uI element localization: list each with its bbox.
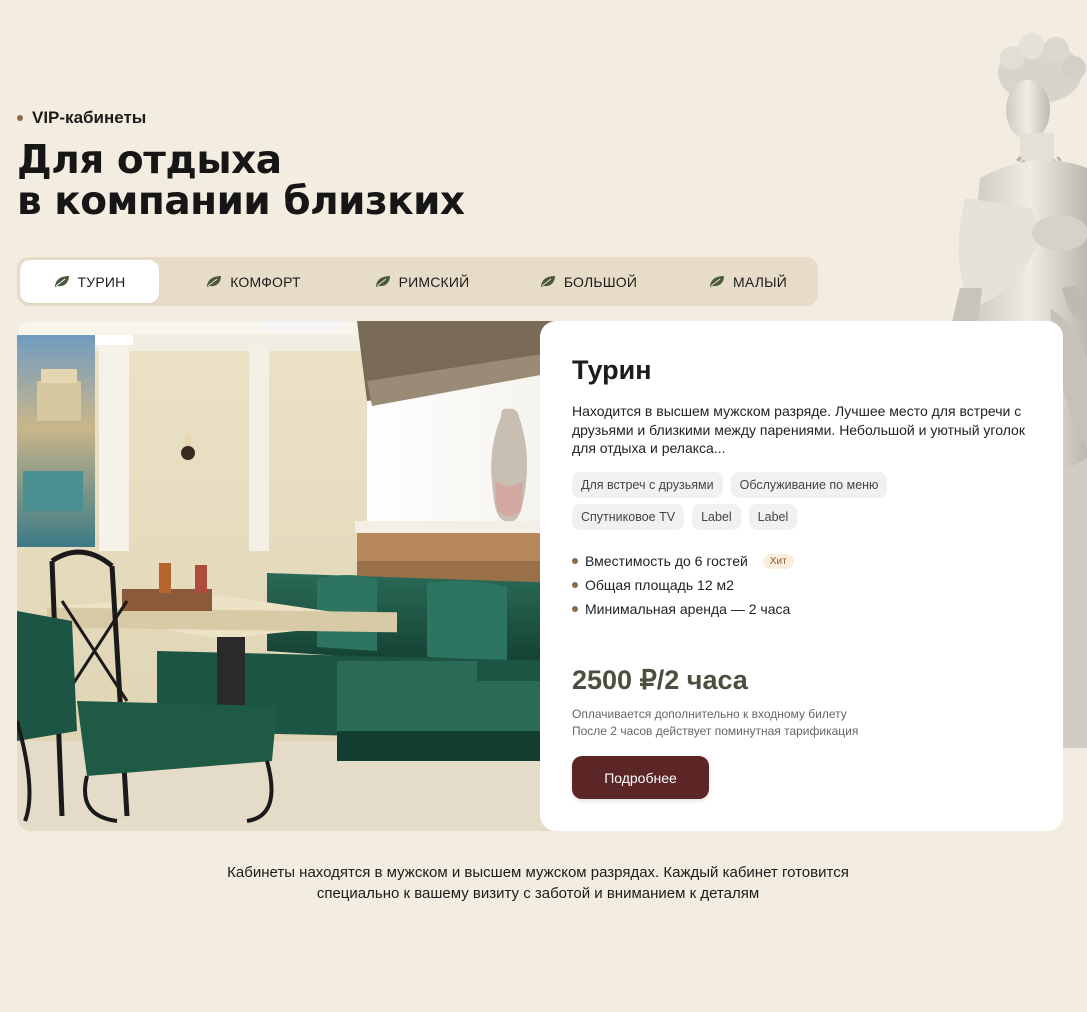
- footer-note-line2: специально к вашему визиту с заботой и в…: [316, 885, 760, 902]
- tag-chip: Label: [748, 504, 798, 530]
- feature-item: Вместимость до 6 гостей Хит: [572, 549, 794, 573]
- section-title-line2: в компании близких: [17, 179, 465, 224]
- tab-bolshoy[interactable]: БОЛЬШОЙ: [496, 260, 681, 303]
- eyebrow-dot: [17, 115, 23, 121]
- bullet-dot: [572, 582, 578, 588]
- section-title: Для отдыха в компании близких: [17, 140, 465, 222]
- room-description: Находится в высшем мужском разряде. Лучш…: [572, 403, 1025, 456]
- tab-rimsky[interactable]: РИМСКИЙ: [348, 260, 496, 303]
- tab-maly[interactable]: МАЛЫЙ: [681, 260, 815, 303]
- more-details-button[interactable]: Подробнее: [572, 756, 709, 799]
- hit-badge: Хит: [762, 553, 794, 569]
- section-title-line1: Для отдыха: [17, 138, 282, 183]
- tag-chip: Спутниковое TV: [572, 504, 685, 530]
- tab-label: РИМСКИЙ: [398, 273, 470, 290]
- room-features: Вместимость до 6 гостей Хит Общая площад…: [572, 549, 794, 621]
- leaf-icon: [207, 276, 222, 287]
- tab-komfort[interactable]: КОМФОРТ: [159, 260, 348, 303]
- feature-text: Вместимость до 6 гостей: [585, 553, 748, 569]
- tab-label: КОМФОРТ: [230, 273, 301, 290]
- tab-label: БОЛЬШОЙ: [563, 273, 638, 290]
- feature-text: Минимальная аренда — 2 часа: [585, 601, 791, 617]
- leaf-icon: [710, 276, 725, 287]
- room-photo: [17, 321, 562, 831]
- tag-chip: Label: [692, 504, 741, 530]
- price-note-line2: После 2 часов действует поминутная тариф…: [572, 723, 859, 738]
- tag-chip: Обслуживание по меню: [730, 472, 888, 498]
- footer-note: Кабинеты находятся в мужском и высшем му…: [0, 862, 1076, 904]
- price-note: Оплачивается дополнительно к входному би…: [572, 706, 858, 739]
- bullet-dot: [572, 606, 578, 612]
- leaf-icon: [375, 276, 390, 287]
- feature-item: Минимальная аренда — 2 часа: [572, 597, 794, 621]
- eyebrow-label: VIP-кабинеты: [32, 108, 147, 127]
- leaf-icon: [54, 276, 69, 287]
- room-price: 2500 ₽/2 часа: [572, 665, 748, 695]
- room-tags: Для встреч с друзьями Обслуживание по ме…: [572, 472, 902, 530]
- feature-text: Общая площадь 12 м2: [585, 577, 734, 593]
- tab-label: МАЛЫЙ: [733, 273, 787, 290]
- tab-turin[interactable]: ТУРИН: [20, 260, 159, 303]
- footer-note-line1: Кабинеты находятся в мужском и высшем му…: [227, 864, 849, 881]
- section-eyebrow: VIP-кабинеты: [17, 108, 146, 128]
- tag-chip: Для встреч с друзьями: [572, 472, 723, 498]
- room-tabs: ТУРИН КОМФОРТ РИМСКИЙ БОЛЬШОЙ МАЛЫЙ: [17, 257, 818, 306]
- tab-label: ТУРИН: [77, 273, 126, 290]
- room-card: Турин Находится в высшем мужском разряде…: [540, 321, 1063, 831]
- price-note-line1: Оплачивается дополнительно к входному би…: [572, 707, 847, 721]
- room-title: Турин: [572, 355, 652, 385]
- feature-item: Общая площадь 12 м2: [572, 573, 794, 597]
- bullet-dot: [572, 558, 578, 564]
- leaf-icon: [540, 276, 555, 287]
